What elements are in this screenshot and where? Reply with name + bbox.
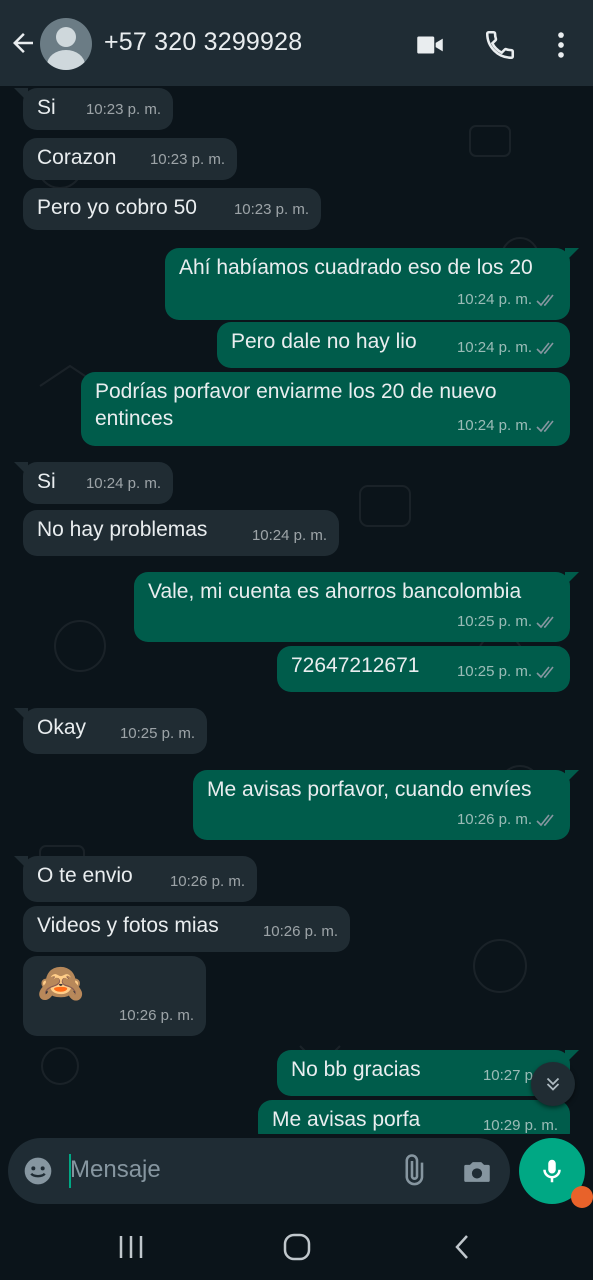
- message-incoming[interactable]: No hay problemas 10:24 p. m.: [23, 510, 339, 556]
- double-check-icon: [536, 342, 554, 354]
- message-input-field[interactable]: Mensaje: [8, 1138, 510, 1204]
- chat-area[interactable]: Si 10:23 p. m. Corazon 10:23 p. m. Pero …: [0, 86, 593, 1134]
- phone-icon[interactable]: [483, 28, 517, 62]
- message-text: O te envio: [37, 864, 133, 887]
- message-time: 10:26 p. m.: [262, 923, 338, 940]
- recent-apps-icon[interactable]: [111, 1230, 151, 1264]
- double-chevron-down-icon: [546, 1077, 560, 1091]
- scroll-to-bottom-button[interactable]: [531, 1062, 575, 1106]
- message-time: 10:23 p. m.: [149, 151, 225, 168]
- message-outgoing[interactable]: Vale, mi cuenta es ahorros bancolombia 1…: [134, 572, 579, 642]
- message-outgoing[interactable]: Me avisas porfa 10:29 p. m.: [258, 1100, 570, 1134]
- message-incoming[interactable]: Videos y fotos mias 10:26 p. m.: [23, 906, 350, 952]
- message-incoming[interactable]: 🙈 10:26 p. m.: [23, 956, 206, 1036]
- message-text: Pero dale no hay lio: [231, 330, 417, 353]
- message-time: 10:29 p. m.: [482, 1117, 558, 1134]
- message-text: Me avisas porfa: [272, 1108, 421, 1131]
- message-text: 72647212671: [291, 654, 420, 677]
- message-text: Videos y fotos mias: [37, 914, 219, 937]
- message-text: Si: [37, 96, 56, 119]
- message-outgoing[interactable]: No bb gracias 10:27 p. m.: [277, 1050, 579, 1096]
- more-options-icon[interactable]: [544, 28, 578, 62]
- message-outgoing[interactable]: Ahí habíamos cuadrado eso de los 20 10:2…: [165, 248, 579, 320]
- message-time: 10:24 p. m.: [457, 334, 558, 361]
- camera-icon[interactable]: [460, 1155, 494, 1189]
- back-arrow-icon[interactable]: [8, 28, 38, 58]
- double-check-icon: [536, 616, 554, 628]
- message-time: 10:24 p. m.: [457, 286, 558, 313]
- monkey-emoji: 🙈: [37, 963, 85, 1005]
- message-time: 10:26 p. m.: [457, 806, 558, 833]
- message-outgoing[interactable]: 72647212671 10:25 p. m.: [277, 646, 570, 692]
- message-incoming[interactable]: Si 10:23 p. m.: [14, 88, 173, 130]
- double-check-icon: [536, 666, 554, 678]
- double-check-icon: [536, 294, 554, 306]
- emoji-icon[interactable]: [22, 1155, 54, 1187]
- message-text: Si: [37, 470, 56, 493]
- message-outgoing[interactable]: Podrías porfavor enviarme los 20 de nuev…: [81, 372, 570, 446]
- message-incoming[interactable]: O te envio 10:26 p. m.: [14, 856, 257, 902]
- avatar[interactable]: [40, 18, 92, 70]
- message-time: 10:26 p. m.: [169, 873, 245, 890]
- message-incoming[interactable]: Okay 10:25 p. m.: [14, 708, 207, 754]
- message-text: Corazon: [37, 146, 117, 169]
- message-text: Pero yo cobro 50: [37, 196, 197, 219]
- message-time: 10:25 p. m.: [457, 658, 558, 685]
- message-incoming[interactable]: Pero yo cobro 50 10:23 p. m.: [23, 188, 321, 230]
- composer-bar: Mensaje: [0, 1134, 593, 1216]
- message-outgoing[interactable]: Pero dale no hay lio 10:24 p. m.: [217, 322, 570, 368]
- message-placeholder: Mensaje: [70, 1156, 161, 1183]
- chat-header: +57 320 3299928: [0, 0, 593, 86]
- double-check-icon: [536, 814, 554, 826]
- microphone-icon: [543, 1159, 561, 1183]
- message-incoming[interactable]: Si 10:24 p. m.: [14, 462, 173, 504]
- message-time: 10:23 p. m.: [233, 201, 309, 218]
- message-time: 10:26 p. m.: [118, 1007, 194, 1024]
- video-call-icon[interactable]: [413, 28, 447, 62]
- back-nav-icon[interactable]: [443, 1230, 483, 1264]
- message-text: No hay problemas: [37, 518, 208, 541]
- contact-name[interactable]: +57 320 3299928: [104, 28, 302, 57]
- message-time: 10:24 p. m.: [85, 475, 161, 492]
- message-time: 10:24 p. m.: [457, 412, 558, 439]
- message-text: No bb gracias: [291, 1058, 421, 1081]
- system-nav-bar: [0, 1216, 593, 1280]
- home-icon[interactable]: [277, 1230, 317, 1264]
- attach-icon[interactable]: [396, 1154, 430, 1188]
- message-incoming[interactable]: Corazon 10:23 p. m.: [23, 138, 237, 180]
- message-text: Vale, mi cuenta es ahorros bancolombia: [148, 580, 522, 603]
- message-time: 10:25 p. m.: [457, 608, 558, 635]
- message-time: 10:25 p. m.: [119, 725, 195, 742]
- overlay-badge: [571, 1186, 593, 1208]
- message-time: 10:23 p. m.: [85, 101, 161, 118]
- message-time: 10:24 p. m.: [251, 527, 327, 544]
- double-check-icon: [536, 420, 554, 432]
- message-text: Me avisas porfavor, cuando envíes: [207, 778, 532, 801]
- message-outgoing[interactable]: Me avisas porfavor, cuando envíes 10:26 …: [193, 770, 579, 840]
- message-text: Okay: [37, 716, 87, 739]
- message-text: Ahí habíamos cuadrado eso de los 20: [179, 256, 533, 279]
